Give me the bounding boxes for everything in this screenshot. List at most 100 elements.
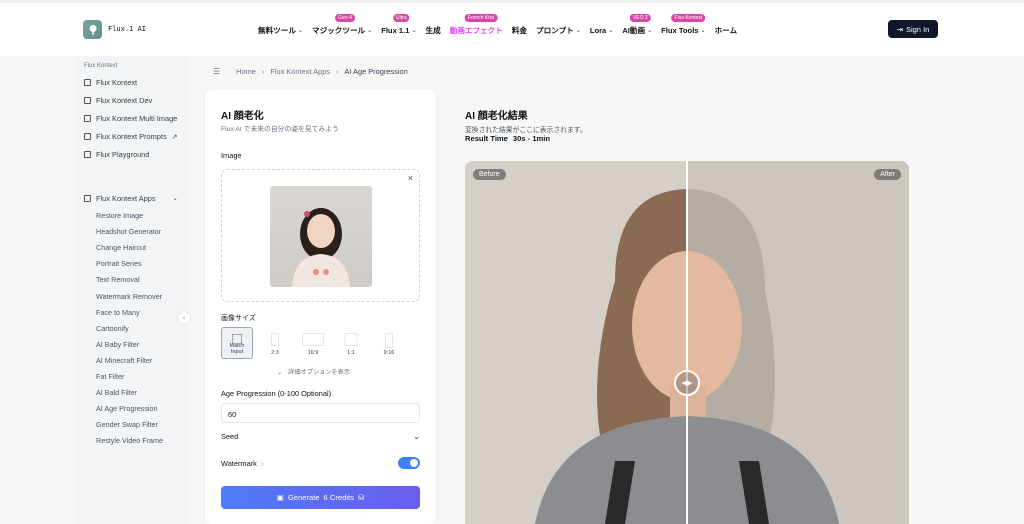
size-label: 画像サイズ bbox=[221, 315, 256, 322]
watermark-label: Watermark ◌ bbox=[221, 459, 265, 468]
size-option-16-9[interactable]: 16:9 bbox=[297, 327, 329, 359]
sidebar-app-item[interactable]: AI Age Progression bbox=[96, 404, 158, 413]
sidebar-item-flux-kontext-dev[interactable]: Flux Kontext Dev bbox=[84, 96, 152, 105]
chevron-down-icon: ⌄ bbox=[411, 27, 417, 34]
logo-icon[interactable] bbox=[83, 20, 102, 39]
breadcrumb-apps[interactable]: Flux Kontext Apps bbox=[270, 67, 330, 76]
sidebar-app-item[interactable]: Restyle Video Frame bbox=[96, 436, 163, 445]
result-title: AI 顔老化結果 bbox=[465, 111, 528, 122]
image-icon bbox=[84, 133, 91, 140]
sidebar-item-multi-image[interactable]: Flux Kontext Multi Image bbox=[84, 114, 177, 123]
sidebar-app-item[interactable]: Cartoonify bbox=[96, 324, 129, 333]
uploaded-image-thumbnail bbox=[270, 186, 372, 287]
apps-icon bbox=[84, 195, 91, 202]
nav-badge: French Kiss bbox=[464, 14, 498, 22]
chevron-down-icon: ⌄ bbox=[647, 27, 653, 34]
result-subtitle: 変換された結果がここに表示されます。 bbox=[465, 127, 587, 134]
nav-item-1[interactable]: マジックツール ⌄ Gen-4 bbox=[312, 14, 372, 36]
nav-item-5[interactable]: 料金 bbox=[512, 24, 527, 36]
age-progression-input[interactable]: 60 bbox=[221, 403, 420, 423]
size-option-1-1[interactable]: 1:1 bbox=[335, 327, 367, 359]
image-icon bbox=[84, 97, 91, 104]
sidebar-item-playground[interactable]: Flux Playground bbox=[84, 150, 149, 159]
size-options: Match Input 2:3 16:9 1:1 9:16 bbox=[221, 327, 405, 359]
size-option-match-input[interactable]: Match Input bbox=[221, 327, 253, 359]
nav-item-3[interactable]: 生成 bbox=[426, 24, 441, 36]
nav-item-4[interactable]: 動画エフェクト French Kiss bbox=[450, 14, 503, 36]
result-time: Result Time 30s - 1min bbox=[465, 134, 551, 143]
remove-image-icon[interactable]: × bbox=[408, 173, 413, 183]
external-link-icon: ↗ bbox=[171, 133, 178, 141]
image-upload-area[interactable]: × bbox=[221, 169, 420, 302]
comparison-divider[interactable] bbox=[686, 161, 688, 524]
before-label: Before bbox=[473, 169, 506, 180]
sidebar-group-apps[interactable]: Flux Kontext Apps ⌄ bbox=[84, 194, 178, 203]
nav-item-6[interactable]: プロンプト ⌄ bbox=[536, 24, 581, 36]
sign-in-label: Sign In bbox=[905, 24, 930, 34]
image-label: Image bbox=[221, 151, 242, 160]
generate-icon: ▣ bbox=[276, 493, 284, 502]
chevron-down-icon[interactable]: ⌄ bbox=[413, 432, 420, 441]
top-header: Flux.1 AI 無料ツール ⌄ マジックツール ⌄ Gen-4 Flux 1.1 ⌄ Ul… bbox=[0, 0, 1024, 56]
sidebar-item-flux-kontext[interactable]: Flux Kontext bbox=[84, 78, 137, 87]
breadcrumb-home[interactable]: Home bbox=[236, 67, 256, 76]
sidebar-app-item[interactable]: AI Minecraft Filter bbox=[96, 356, 152, 365]
sidebar-app-item[interactable]: Restore Image bbox=[96, 211, 143, 220]
sign-in-button[interactable]: ⇥ Sign In bbox=[888, 20, 938, 38]
coins-icon: ⛁ bbox=[357, 493, 365, 502]
chevron-down-icon: ⌄ bbox=[172, 196, 178, 202]
breadcrumb: ☰ Home › Flux Kontext Apps › AI Age Prog… bbox=[213, 67, 408, 76]
nav-item-7[interactable]: Lora ⌄ bbox=[590, 24, 614, 36]
watermark-toggle[interactable] bbox=[398, 457, 420, 469]
main-nav: 無料ツール ⌄ マジックツール ⌄ Gen-4 Flux 1.1 ⌄ Ultra 生成 動画エフェ… bbox=[258, 14, 746, 36]
login-icon: ⇥ bbox=[896, 24, 903, 34]
sidebar-app-item[interactable]: Watermark Remover bbox=[96, 292, 162, 301]
sidebar-app-item[interactable]: AI Baby Filter bbox=[96, 340, 139, 349]
nav-badge: Flux Kontext bbox=[671, 14, 706, 22]
sidebar-app-item[interactable]: Face to Many bbox=[96, 308, 140, 317]
menu-toggle-icon[interactable]: ☰ bbox=[213, 67, 220, 76]
nav-item-8[interactable]: AI動画 ⌄ VEO 3 bbox=[622, 14, 653, 36]
sidebar-app-item[interactable]: AI Bald Filter bbox=[96, 388, 137, 397]
comparison-slider-handle[interactable]: ◀▶ bbox=[674, 370, 700, 396]
nav-item-2[interactable]: Flux 1.1 ⌄ Ultra bbox=[381, 14, 417, 36]
image-icon bbox=[84, 79, 91, 86]
info-icon: ◌ bbox=[260, 462, 265, 468]
generate-button[interactable]: ▣ Generate 6 Credits ⛁ bbox=[221, 486, 420, 509]
arrows-horizontal-icon: ◀▶ bbox=[681, 380, 693, 387]
seed-label[interactable]: Seed bbox=[221, 432, 238, 441]
form-subtitle: Flux AI で未来の自分の姿を見てみよう bbox=[221, 126, 339, 133]
image-icon bbox=[84, 151, 91, 158]
sidebar-app-item[interactable]: Change Haircut bbox=[96, 243, 146, 252]
nav-item-9[interactable]: Flux Tools ⌄ Flux Kontext bbox=[661, 14, 706, 36]
sidebar-app-item[interactable]: Gender Swap Filter bbox=[96, 420, 158, 429]
sidebar-app-item[interactable]: Text Removal bbox=[96, 275, 140, 284]
chevron-down-icon: ⌄ bbox=[608, 27, 614, 34]
chevron-down-icon: ⌄ bbox=[277, 369, 283, 376]
chevron-left-icon: ‹ bbox=[182, 314, 186, 322]
nav-badge: VEO 3 bbox=[629, 14, 651, 22]
nav-item-10[interactable]: ホーム bbox=[715, 24, 738, 36]
chevron-right-icon: › bbox=[335, 67, 339, 76]
more-options-toggle[interactable]: ⌄ 詳細オプションを表示 bbox=[277, 367, 350, 376]
chevron-down-icon: ⌄ bbox=[700, 27, 706, 34]
before-after-comparison[interactable]: Before After ◀▶ bbox=[465, 161, 909, 524]
size-option-2-3[interactable]: 2:3 bbox=[259, 327, 291, 359]
size-option-9-16[interactable]: 9:16 bbox=[373, 327, 405, 359]
form-card: AI 顔老化 Flux AI で未来の自分の姿を見てみよう Image × 画像… bbox=[205, 90, 436, 524]
nav-badge: Gen-4 bbox=[335, 14, 356, 22]
chevron-down-icon: ⌄ bbox=[575, 27, 581, 34]
nav-item-0[interactable]: 無料ツール ⌄ bbox=[258, 24, 303, 36]
chevron-down-icon: ⌄ bbox=[297, 27, 303, 34]
sidebar-app-item[interactable]: Headshot Generator bbox=[96, 227, 161, 236]
image-icon bbox=[84, 115, 91, 122]
sidebar-app-item[interactable]: Portrait Series bbox=[96, 259, 142, 268]
nav-badge: Ultra bbox=[393, 14, 410, 22]
brand-name[interactable]: Flux.1 AI bbox=[108, 25, 146, 33]
sidebar-app-item[interactable]: Fat Filter bbox=[96, 372, 124, 381]
sidebar-item-prompts[interactable]: Flux Kontext Prompts ↗ bbox=[84, 132, 178, 141]
after-label: After bbox=[874, 169, 901, 180]
form-title: AI 顔老化 bbox=[221, 111, 264, 122]
breadcrumb-current: AI Age Progression bbox=[344, 67, 408, 76]
collapse-sidebar-button[interactable]: ‹ bbox=[178, 312, 190, 324]
